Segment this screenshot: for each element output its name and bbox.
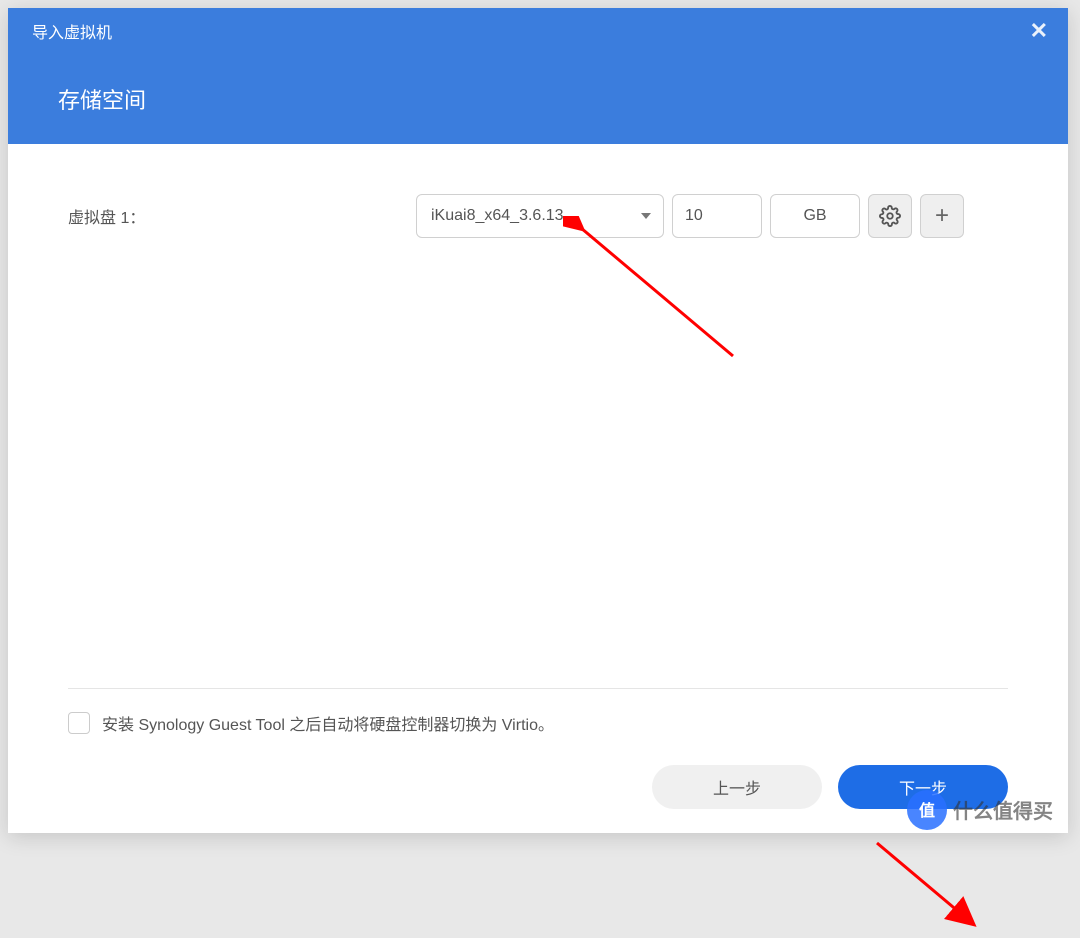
dialog-footer: 安装 Synology Guest Tool 之后自动将硬盘控制器切换为 Vir… [8, 688, 1068, 833]
annotation-arrow-next [872, 838, 992, 938]
dialog-title-bar: 导入虚拟机 ✕ [8, 8, 1068, 54]
section-header: 存储空间 [8, 54, 1068, 144]
plus-icon: + [935, 202, 949, 230]
import-vm-dialog: 导入虚拟机 ✕ 存储空间 虚拟盘 1： iKuai8_x64_3.6.13 GB… [8, 8, 1068, 833]
disk-label: 虚拟盘 1： [68, 204, 408, 228]
virtio-checkbox-row: 安装 Synology Guest Tool 之后自动将硬盘控制器切换为 Vir… [68, 711, 1008, 735]
virtio-checkbox[interactable] [68, 712, 90, 734]
annotation-arrow-dropdown [563, 216, 743, 366]
virtual-disk-row: 虚拟盘 1： iKuai8_x64_3.6.13 GB + [68, 194, 1008, 238]
footer-buttons: 上一步 下一步 [68, 765, 1008, 809]
virtio-checkbox-label: 安装 Synology Guest Tool 之后自动将硬盘控制器切换为 Vir… [102, 711, 554, 735]
previous-button[interactable]: 上一步 [652, 765, 822, 809]
section-title: 存储空间 [58, 83, 146, 115]
next-button[interactable]: 下一步 [838, 765, 1008, 809]
close-icon[interactable]: ✕ [1030, 18, 1048, 44]
dialog-title: 导入虚拟机 [32, 19, 112, 43]
divider [68, 688, 1008, 689]
dialog-content: 虚拟盘 1： iKuai8_x64_3.6.13 GB + [8, 144, 1068, 688]
disk-image-dropdown[interactable]: iKuai8_x64_3.6.13 [416, 194, 664, 238]
dropdown-selected-value: iKuai8_x64_3.6.13 [431, 207, 564, 225]
gear-icon [879, 205, 901, 227]
settings-button[interactable] [868, 194, 912, 238]
add-disk-button[interactable]: + [920, 194, 964, 238]
disk-size-unit: GB [770, 194, 860, 238]
disk-size-input[interactable] [672, 194, 762, 238]
chevron-down-icon [641, 213, 651, 219]
